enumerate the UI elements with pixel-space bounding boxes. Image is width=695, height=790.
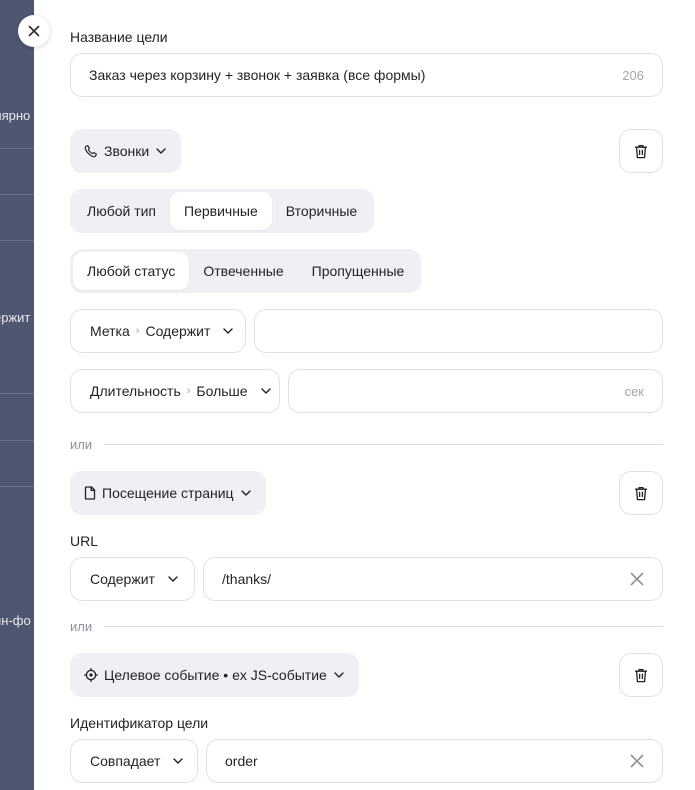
condition-type-calls-dropdown[interactable]: Звонки — [70, 129, 182, 173]
char-counter: 206 — [622, 67, 644, 83]
condition-type-page-visit-dropdown[interactable]: Посещение страниц — [70, 471, 266, 515]
goal-name-input[interactable]: Заказ через корзину + звонок + заявка (в… — [70, 53, 663, 97]
or-divider: или — [70, 619, 663, 634]
divider-line — [104, 444, 663, 445]
condition-type-label: Целевое событие • ex JS-событие — [104, 667, 327, 683]
duration-unit: сек — [624, 383, 644, 399]
goal-id-operator-dropdown[interactable]: Совпадает — [70, 739, 198, 783]
or-label: или — [70, 619, 93, 634]
tag-filter-dropdown[interactable]: Метка › Содержит — [70, 309, 246, 353]
background-page: лярно ержит йн-фо — [0, 0, 34, 790]
delete-condition-button[interactable] — [619, 653, 663, 697]
bg-divider — [0, 440, 34, 441]
or-divider: или — [70, 437, 663, 452]
bg-divider — [0, 240, 34, 241]
condition-type-label: Звонки — [104, 143, 150, 159]
call-type-option-selected[interactable]: Первичные — [170, 192, 272, 230]
url-operator-dropdown[interactable]: Содержит — [70, 557, 195, 601]
tag-value-input[interactable] — [254, 309, 663, 353]
delete-condition-button[interactable] — [619, 471, 663, 515]
goal-id-label: Идентификатор цели — [70, 715, 209, 731]
close-icon — [28, 25, 40, 37]
goal-id-value: order — [225, 753, 258, 769]
chevron-down-icon — [167, 573, 179, 585]
phone-icon — [84, 144, 98, 158]
filter-operator-label: Содержит — [145, 323, 211, 339]
url-label: URL — [70, 533, 99, 549]
trash-icon — [634, 668, 648, 683]
call-type-option[interactable]: Вторичные — [272, 192, 371, 230]
target-icon — [84, 668, 98, 682]
chevron-down-icon — [155, 145, 167, 157]
chevron-down-icon — [222, 325, 234, 337]
call-type-segmented-control: Любой тип Первичные Вторичные — [70, 189, 375, 233]
duration-value-input[interactable]: сек — [288, 369, 663, 413]
chevron-down-icon — [260, 385, 272, 397]
document-icon — [84, 486, 96, 500]
separator-icon: › — [186, 385, 191, 397]
call-status-option[interactable]: Отвеченные — [189, 252, 297, 290]
clear-icon[interactable] — [630, 754, 644, 768]
call-status-segmented-control: Любой статус Отвеченные Пропущенные — [70, 249, 422, 293]
duration-filter-dropdown[interactable]: Длительность › Больше — [70, 369, 280, 413]
bg-divider — [0, 393, 34, 394]
delete-condition-button[interactable] — [619, 129, 663, 173]
chevron-down-icon — [172, 755, 184, 767]
goal-id-value-input[interactable]: order — [206, 739, 663, 783]
divider-line — [104, 626, 663, 627]
chevron-down-icon — [240, 487, 252, 499]
condition-type-target-event-dropdown[interactable]: Целевое событие • ex JS-событие — [70, 653, 359, 697]
goal-edit-drawer: Название цели Заказ через корзину + звон… — [34, 0, 695, 790]
or-label: или — [70, 437, 93, 452]
filter-operator-label: Больше — [196, 383, 248, 399]
filter-field-label: Метка — [90, 323, 130, 339]
bg-text-fragment: ержит — [0, 310, 31, 325]
trash-icon — [634, 486, 648, 501]
operator-label: Содержит — [90, 571, 155, 587]
call-status-option[interactable]: Пропущенные — [298, 252, 419, 290]
bg-text-fragment: йн-фо — [0, 613, 31, 628]
close-button[interactable] — [18, 15, 50, 47]
clear-icon[interactable] — [630, 572, 644, 586]
filter-field-label: Длительность — [90, 383, 181, 399]
call-status-option-selected[interactable]: Любой статус — [73, 252, 190, 290]
trash-icon — [634, 144, 648, 159]
goal-name-value: Заказ через корзину + звонок + заявка (в… — [89, 67, 426, 83]
chevron-down-icon — [333, 669, 345, 681]
bg-divider — [0, 194, 34, 195]
bg-divider — [0, 486, 34, 487]
operator-label: Совпадает — [90, 753, 161, 769]
call-type-option[interactable]: Любой тип — [73, 192, 170, 230]
bg-divider — [0, 148, 34, 149]
bg-text-fragment: лярно — [0, 108, 31, 123]
url-value: /thanks/ — [222, 571, 272, 587]
separator-icon: › — [135, 325, 140, 337]
goal-name-label: Название цели — [70, 29, 168, 45]
condition-type-label: Посещение страниц — [102, 485, 234, 501]
url-value-input[interactable]: /thanks/ — [203, 557, 663, 601]
